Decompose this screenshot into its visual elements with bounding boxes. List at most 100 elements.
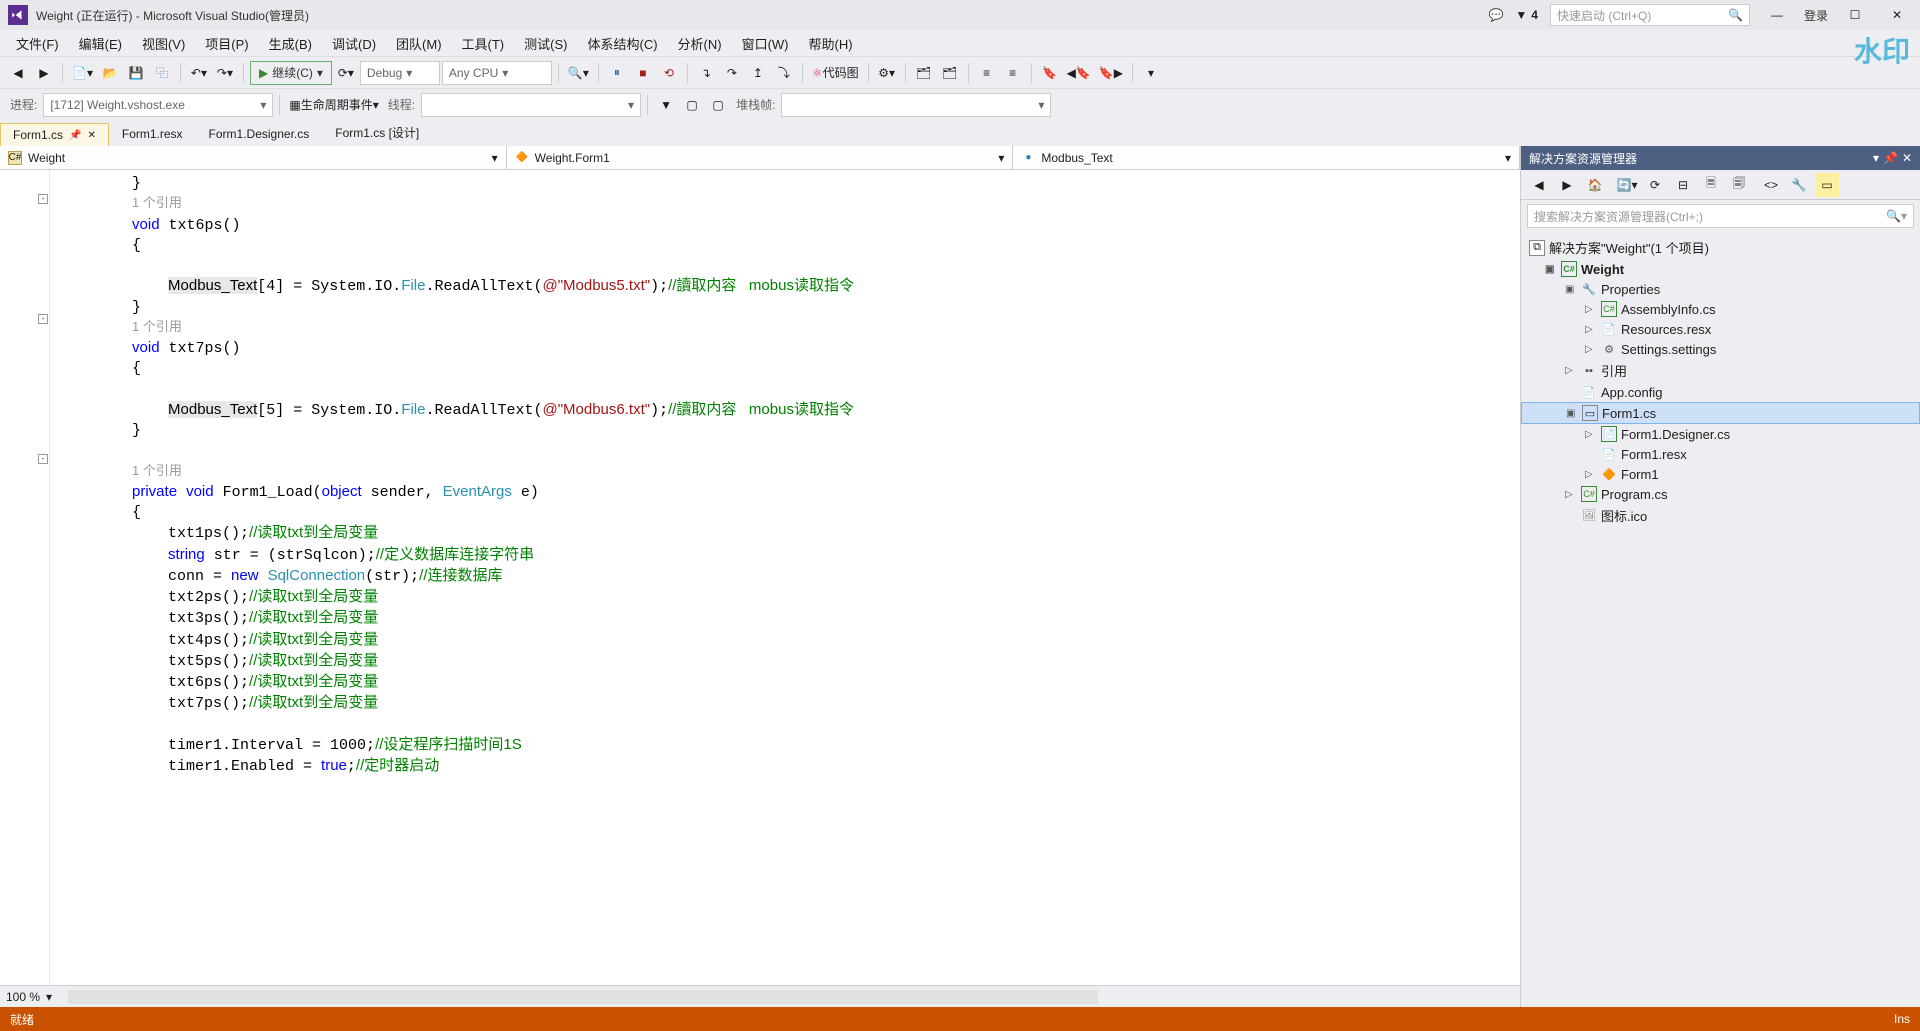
- tree-form1-class[interactable]: ▷🔶Form1: [1521, 464, 1920, 484]
- menu-view[interactable]: 视图(V): [132, 30, 195, 57]
- prev-bookmark-button[interactable]: ◀🔖: [1064, 61, 1094, 85]
- tree-properties[interactable]: ▣🔧Properties: [1521, 279, 1920, 299]
- tree-project-weight[interactable]: ▣C#Weight: [1521, 259, 1920, 279]
- outline-toggle[interactable]: -: [38, 314, 48, 324]
- menu-file[interactable]: 文件(F): [6, 30, 69, 57]
- lifecycle-button[interactable]: ▦ 生命周期事件 ▾: [286, 93, 381, 117]
- dropdown-icon[interactable]: ▾: [1873, 151, 1879, 165]
- stop-button[interactable]: ■: [631, 61, 655, 85]
- tree-resources[interactable]: ▷📄Resources.resx: [1521, 319, 1920, 339]
- thread-dropdown[interactable]: ▾: [421, 93, 641, 117]
- tree-assemblyinfo[interactable]: ▷C#AssemblyInfo.cs: [1521, 299, 1920, 319]
- maximize-button[interactable]: ☐: [1840, 3, 1870, 27]
- collapse-button[interactable]: ⊟: [1671, 173, 1695, 197]
- refresh-button[interactable]: ⟳▾: [334, 61, 358, 85]
- outline-toggle[interactable]: -: [38, 194, 48, 204]
- show-all-button[interactable]: 🗏: [1699, 173, 1723, 197]
- solution-search[interactable]: 搜索解决方案资源管理器(Ctrl+;)🔍▾: [1527, 204, 1914, 228]
- view-button[interactable]: ▭: [1815, 173, 1839, 197]
- tree-settings[interactable]: ▷⚙Settings.settings: [1521, 339, 1920, 359]
- namespace-dropdown[interactable]: C#Weight▾: [0, 146, 507, 169]
- codemap-button[interactable]: ⚛ 代码图: [809, 61, 862, 85]
- home-button[interactable]: 🏠: [1583, 173, 1607, 197]
- step-over-button[interactable]: ↷: [720, 61, 744, 85]
- tree-solution[interactable]: ⧉解决方案"Weight"(1 个项目): [1521, 236, 1920, 259]
- preview-button[interactable]: 🗐: [1727, 173, 1751, 197]
- member-dropdown[interactable]: ●Modbus_Text▾: [1013, 146, 1520, 169]
- tree-program-cs[interactable]: ▷C#Program.cs: [1521, 484, 1920, 504]
- tree-form1-resx[interactable]: 📄Form1.resx: [1521, 444, 1920, 464]
- save-all-button[interactable]: ⿻: [150, 61, 174, 85]
- more-button[interactable]: ▾: [1139, 61, 1163, 85]
- process-dropdown[interactable]: [1712] Weight.vshost.exe▾: [43, 93, 273, 117]
- step-into-button[interactable]: ↴: [694, 61, 718, 85]
- tab-form1-cs[interactable]: Form1.cs📌✕: [0, 123, 109, 146]
- menu-help[interactable]: 帮助(H): [799, 30, 863, 57]
- properties-button[interactable]: 🗂: [938, 61, 962, 85]
- minimize-button[interactable]: —: [1762, 3, 1792, 27]
- bookmark-button[interactable]: 🔖: [1038, 61, 1062, 85]
- nav-back-button[interactable]: ◀: [6, 61, 30, 85]
- menu-architecture[interactable]: 体系结构(C): [577, 30, 667, 57]
- tab-form1-design[interactable]: Form1.cs [设计]: [322, 119, 432, 146]
- fwd-button[interactable]: ▶: [1555, 173, 1579, 197]
- continue-button[interactable]: ▶ 继续(C) ▾: [250, 61, 332, 85]
- pause-button[interactable]: ⏸: [605, 61, 629, 85]
- code-button[interactable]: <>: [1759, 173, 1783, 197]
- open-file-button[interactable]: 📂: [98, 61, 122, 85]
- config-dropdown[interactable]: Debug▾: [360, 61, 440, 85]
- comment-button[interactable]: ≡: [975, 61, 999, 85]
- notification-flag[interactable]: ▼4: [1515, 8, 1538, 22]
- sync-button[interactable]: 🔄▾: [1615, 173, 1639, 197]
- login-link[interactable]: 登录: [1804, 7, 1828, 24]
- pin-icon[interactable]: 📌: [1883, 151, 1898, 165]
- toggle2-button[interactable]: ▢: [680, 93, 704, 117]
- menu-debug[interactable]: 调试(D): [322, 30, 386, 57]
- new-file-button[interactable]: 📄▾: [69, 61, 96, 85]
- stack-dropdown[interactable]: ▾: [781, 93, 1051, 117]
- close-icon[interactable]: ✕: [87, 130, 95, 141]
- menu-project[interactable]: 项目(P): [195, 30, 258, 57]
- back-button[interactable]: ◀: [1527, 173, 1551, 197]
- redo-button[interactable]: ↷▾: [213, 61, 237, 85]
- toggle1-button[interactable]: ▼: [654, 93, 678, 117]
- uncomment-button[interactable]: ≡: [1001, 61, 1025, 85]
- properties-button[interactable]: 🔧: [1787, 173, 1811, 197]
- menu-window[interactable]: 窗口(W): [732, 30, 799, 57]
- step-out-button[interactable]: ↥: [746, 61, 770, 85]
- close-button[interactable]: ✕: [1882, 3, 1912, 27]
- menu-analyze[interactable]: 分析(N): [668, 30, 732, 57]
- step-button[interactable]: ⤵: [772, 61, 796, 85]
- tree-icon-ico[interactable]: 🖼图标.ico: [1521, 504, 1920, 527]
- find-button[interactable]: 🔍▾: [565, 61, 592, 85]
- tree-form1-cs[interactable]: ▣▭Form1.cs: [1521, 402, 1920, 424]
- outline-toggle[interactable]: -: [38, 454, 48, 464]
- toolbox-button[interactable]: 🗂: [912, 61, 936, 85]
- tab-form1-resx[interactable]: Form1.resx: [109, 122, 196, 146]
- nav-fwd-button[interactable]: ▶: [32, 61, 56, 85]
- tab-form1-designer[interactable]: Form1.Designer.cs: [196, 122, 323, 146]
- menu-tools[interactable]: 工具(T): [452, 30, 515, 57]
- undo-button[interactable]: ↶▾: [187, 61, 211, 85]
- horizontal-scrollbar[interactable]: [68, 990, 1098, 1004]
- menu-team[interactable]: 团队(M): [386, 30, 452, 57]
- feedback-icon[interactable]: 💬: [1488, 8, 1503, 22]
- restart-button[interactable]: ⟲: [657, 61, 681, 85]
- zoom-dropdown-icon[interactable]: ▾: [46, 990, 52, 1004]
- intellitrace-button[interactable]: ⚙▾: [875, 61, 899, 85]
- save-button[interactable]: 💾: [124, 61, 148, 85]
- quick-launch-input[interactable]: 快速启动 (Ctrl+Q)🔍: [1550, 4, 1750, 26]
- tree-appconfig[interactable]: 📄App.config: [1521, 382, 1920, 402]
- class-dropdown[interactable]: 🔶Weight.Form1▾: [507, 146, 1014, 169]
- menu-edit[interactable]: 编辑(E): [69, 30, 132, 57]
- refresh-button[interactable]: ⟳: [1643, 173, 1667, 197]
- pin-icon[interactable]: 📌: [69, 130, 81, 141]
- menu-test[interactable]: 测试(S): [514, 30, 577, 57]
- platform-dropdown[interactable]: Any CPU▾: [442, 61, 552, 85]
- close-icon[interactable]: ✕: [1902, 151, 1912, 165]
- code-editor[interactable]: - - - } 1 个引用 void txt6ps() { Modbus_Tex…: [0, 170, 1520, 985]
- next-bookmark-button[interactable]: 🔖▶: [1096, 61, 1126, 85]
- zoom-level[interactable]: 100 %: [6, 990, 40, 1004]
- toggle3-button[interactable]: ▢: [706, 93, 730, 117]
- tree-references[interactable]: ▷▪▪引用: [1521, 359, 1920, 382]
